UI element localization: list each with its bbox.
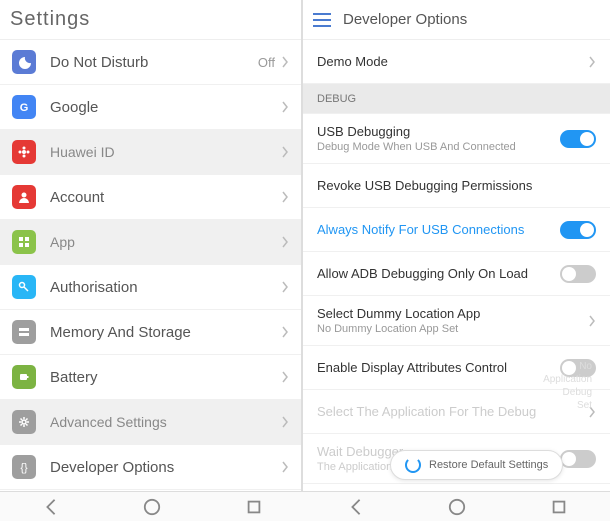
item-value: Off [258,55,275,70]
moon-icon [12,50,36,74]
settings-list: Do Not Disturb Off G Google Huawei ID Ac… [0,40,301,491]
dev-item-revoke-usb-debugging-permissions[interactable]: Revoke USB Debugging Permissions [303,164,610,208]
dev-item-select-dummy-location-app[interactable]: Select Dummy Location App No Dummy Locati… [303,296,610,346]
dev-item-always-notify-for-usb-connections[interactable]: Always Notify For USB Connections [303,208,610,252]
nav-recent[interactable] [245,498,263,516]
toggle[interactable] [560,221,596,239]
item-subtitle: Debug Mode When USB And Connected [317,141,560,153]
item-title: Demo Mode [317,54,588,69]
item-label: Memory And Storage [50,324,281,341]
flower-icon [12,140,36,164]
storage-icon [12,320,36,344]
settings-item-app[interactable]: App [0,220,301,265]
dev-options-title: Developer Options [343,11,467,28]
settings-item-memory-and-storage[interactable]: Memory And Storage [0,310,301,355]
item-title: Always Notify For USB Connections [317,222,560,237]
user-icon [12,185,36,209]
nav-home[interactable] [448,498,466,516]
item-title: Allow ADB Debugging Only On Load [317,266,560,281]
ghost-text: NoApplicationDebugSet [543,360,592,412]
settings-title: Settings [10,8,90,31]
item-label: Do Not Disturb [50,54,258,71]
dev-item-demo-mode[interactable]: Demo Mode [303,40,610,84]
svg-text:{}: {} [20,462,28,474]
right-header: Developer Options [303,0,610,40]
nav-bar [0,491,610,521]
spinner-icon [405,457,421,473]
settings-item-do-not-disturb[interactable]: Do Not Disturb Off [0,40,301,85]
item-label: Battery [50,369,281,386]
braces-icon: {} [12,455,36,479]
toggle[interactable] [560,450,596,468]
settings-item-authorisation[interactable]: Authorisation [0,265,301,310]
item-label: Huawei ID [50,144,281,160]
gear-icon [12,410,36,434]
item-title: DEBUG [317,93,596,105]
toggle[interactable] [560,130,596,148]
item-title: Revoke USB Debugging Permissions [317,178,596,193]
dev-item-allow-adb-debugging-only-on-load[interactable]: Allow ADB Debugging Only On Load [303,252,610,296]
settings-item-account[interactable]: Account [0,175,301,220]
dev-item-usb-debugging[interactable]: USB Debugging Debug Mode When USB And Con… [303,114,610,164]
settings-item-huawei-id[interactable]: Huawei ID [0,130,301,175]
hamburger-icon[interactable] [313,13,331,27]
left-header: Settings [0,0,301,40]
toggle[interactable] [560,265,596,283]
nav-home[interactable] [143,498,161,516]
key-icon [12,275,36,299]
item-title: Select Dummy Location App [317,306,588,321]
grid-icon [12,230,36,254]
restore-defaults-toast[interactable]: Restore Default Settings [390,450,563,480]
settings-item-google[interactable]: G Google [0,85,301,130]
nav-recent[interactable] [550,498,568,516]
dev-item-connection[interactable]: ConnectionImplementation [303,484,610,491]
item-title: Enable Display Attributes Control [317,360,560,375]
dev-options-list: Demo Mode DEBUG USB Debugging Debug Mode Wh… [303,40,610,491]
nav-back[interactable] [347,498,365,516]
settings-item-battery[interactable]: Battery [0,355,301,400]
item-label: App [50,234,281,250]
G-icon: G [12,95,36,119]
nav-back[interactable] [42,498,60,516]
item-label: Account [50,189,281,206]
item-label: Authorisation [50,279,281,296]
restore-label: Restore Default Settings [429,459,548,471]
item-label: Advanced Settings [50,414,281,430]
settings-item-advanced-settings[interactable]: Advanced Settings [0,400,301,445]
battery-icon [12,365,36,389]
item-subtitle: No Dummy Location App Set [317,323,588,335]
dev-item-debug: DEBUG [303,84,610,114]
item-title: USB Debugging [317,124,560,139]
svg-text:G: G [20,102,29,114]
item-label: Developer Options [50,459,281,476]
item-label: Google [50,99,281,116]
settings-item-developer-options[interactable]: {} Developer Options [0,445,301,490]
